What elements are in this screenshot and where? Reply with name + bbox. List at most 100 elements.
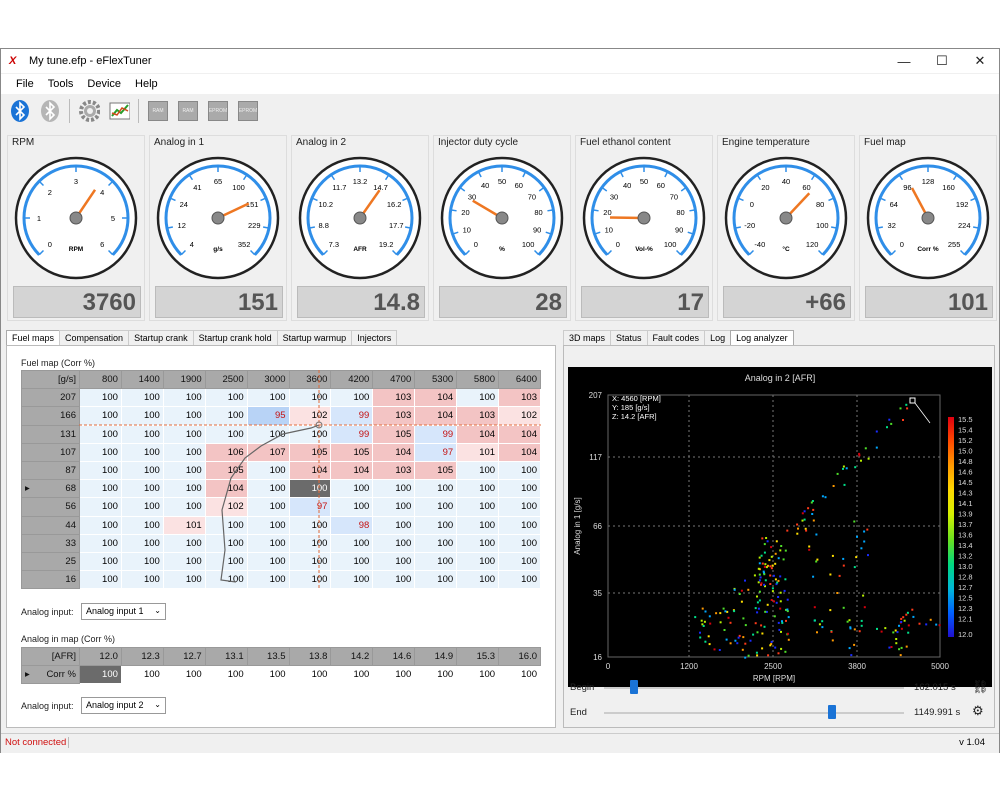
tab-3d-maps[interactable]: 3D maps xyxy=(563,330,612,346)
tab-startup-warmup[interactable]: Startup warmup xyxy=(276,330,353,346)
log-scatter-chart[interactable]: Analog in 2 [AFR] 0 1200 2500 3800 5000 16 35 66… xyxy=(568,367,992,687)
minimize-button[interactable]: — xyxy=(885,54,923,69)
window-title: My tune.efp - eFlexTuner xyxy=(29,55,152,67)
ram-read-icon[interactable]: RAM xyxy=(147,99,169,123)
scatter-point xyxy=(890,422,893,425)
begin-slider-track[interactable] xyxy=(604,687,904,689)
eprom-write-icon[interactable]: EPROM xyxy=(237,99,259,123)
tab-injectors[interactable]: Injectors xyxy=(351,330,398,346)
y-axis-label: Analog in 1 [g/s] xyxy=(573,497,582,554)
analog-map-cell[interactable]: 100 xyxy=(79,665,122,685)
analog-map-cell[interactable]: 100 xyxy=(330,665,374,685)
scatter-point xyxy=(738,634,741,637)
scatter-point xyxy=(765,537,768,539)
gauge-tick-label: 10.2 xyxy=(319,200,334,209)
scatter-point xyxy=(875,446,878,449)
fuel-maps-panel: Fuel map (Corr %) [g/s] 800 1400 1900 2500 30… xyxy=(6,345,556,728)
settings-gear-icon[interactable] xyxy=(78,99,100,123)
x-tick-label: 5000 xyxy=(931,662,949,671)
analog-map-cell[interactable]: 100 xyxy=(204,665,248,685)
end-slider-track[interactable] xyxy=(604,712,904,714)
scatter-point xyxy=(718,649,721,651)
tab-log[interactable]: Log xyxy=(704,330,732,346)
chart-wizard-icon[interactable] xyxy=(108,99,130,123)
tab-fault-codes[interactable]: Fault codes xyxy=(646,330,706,346)
scatter-point xyxy=(816,558,819,561)
colorbar-label: 12.7 xyxy=(958,583,973,592)
scatter-point xyxy=(779,600,782,603)
gauge-value: +66 xyxy=(723,286,851,318)
analog-map-cell[interactable]: 100 xyxy=(288,665,332,685)
analog-map-cell[interactable]: 100 xyxy=(246,665,290,685)
tab-log-analyzer[interactable]: Log analyzer xyxy=(730,330,794,346)
menu-file[interactable]: File xyxy=(9,78,41,90)
analog-input-1-value: Analog input 1 xyxy=(86,606,144,616)
scatter-point xyxy=(763,583,766,586)
scatter-point xyxy=(774,562,777,565)
gauge-dial: 010 20 30 40 50 60 70 80 90 100 Vol-% xyxy=(582,156,706,280)
analog-map-cell[interactable]: 100 xyxy=(456,665,500,685)
eprom-chip-label: EPROM xyxy=(208,101,228,121)
tab-compensation[interactable]: Compensation xyxy=(59,330,130,346)
scatter-point xyxy=(786,632,789,635)
scatter-point xyxy=(758,573,761,576)
gauge-tick-label: 32 xyxy=(888,221,896,230)
scatter-point xyxy=(829,573,832,576)
gauge-tick-label: 0 xyxy=(750,200,754,209)
scatter-point xyxy=(907,624,910,627)
scatter-point xyxy=(824,496,827,499)
tab-status[interactable]: Status xyxy=(610,330,648,346)
begin-label: Begin xyxy=(570,682,595,693)
menu-device[interactable]: Device xyxy=(80,78,128,90)
colorbar-label: 14.1 xyxy=(958,499,973,508)
cursor-y-readout: Y: 185 [g/s] xyxy=(612,403,650,412)
scatter-point xyxy=(770,567,773,570)
tab-startup-crank[interactable]: Startup crank xyxy=(128,330,194,346)
bluetooth-connect-icon[interactable] xyxy=(9,99,31,123)
ram-write-icon[interactable]: RAM xyxy=(177,99,199,123)
scatter-point xyxy=(831,639,834,642)
maximize-button[interactable]: ☐ xyxy=(923,53,961,69)
tab-fuel-maps[interactable]: Fuel maps xyxy=(6,330,61,346)
scatter-point xyxy=(912,615,915,618)
analog-map-column-header: 14.2 xyxy=(330,646,374,667)
menu-tools[interactable]: Tools xyxy=(41,78,81,90)
scatter-point xyxy=(784,650,787,653)
begin-slider-thumb[interactable] xyxy=(630,680,638,694)
scatter-point xyxy=(805,529,808,532)
analog-input-2-select[interactable]: Analog input 2 ⌄ xyxy=(81,697,166,714)
scatter-point xyxy=(781,620,783,623)
scatter-point xyxy=(771,587,774,590)
scatter-point xyxy=(707,635,710,638)
gauge-tick-label: 8.8 xyxy=(318,221,328,230)
analog-map-column-header: 12.7 xyxy=(162,646,206,667)
scatter-point xyxy=(764,610,767,613)
scatter-point xyxy=(815,533,818,536)
analog-input-1-select[interactable]: Analog input 1 ⌄ xyxy=(81,603,166,620)
analog-map-cell[interactable]: 100 xyxy=(372,665,416,685)
tab-startup-crank-hold[interactable]: Startup crank hold xyxy=(192,330,278,346)
scatter-point xyxy=(807,507,810,510)
scatter-point xyxy=(779,575,782,578)
title-bar[interactable]: X My tune.efp - eFlexTuner — ☐ ✕ xyxy=(1,49,999,73)
bluetooth-disconnect-icon[interactable] xyxy=(39,99,61,123)
close-button[interactable]: ✕ xyxy=(961,53,999,69)
end-slider-thumb[interactable] xyxy=(828,705,836,719)
gauge-tick-label: 60 xyxy=(802,183,810,192)
gauge-tick-label: 20 xyxy=(761,183,769,192)
analog-map-cell[interactable]: 100 xyxy=(498,665,541,685)
scatter-point xyxy=(771,564,774,567)
scatter-point xyxy=(778,628,781,631)
scatter-point xyxy=(708,615,711,618)
menu-help[interactable]: Help xyxy=(128,78,165,90)
analog-map-cell[interactable]: 100 xyxy=(414,665,458,685)
scatter-point xyxy=(754,607,757,610)
scatter-point xyxy=(779,549,782,552)
app-logo-icon: X xyxy=(9,55,17,67)
analog-map-cell[interactable]: 100 xyxy=(120,665,164,685)
unlink-icon[interactable]: ⛓ xyxy=(972,679,989,695)
eprom-read-icon[interactable]: EPROM xyxy=(207,99,229,123)
analog-map-cell[interactable]: 100 xyxy=(162,665,206,685)
colorbar-label: 12.5 xyxy=(958,594,973,603)
gear-icon[interactable]: ⚙ xyxy=(972,703,984,719)
